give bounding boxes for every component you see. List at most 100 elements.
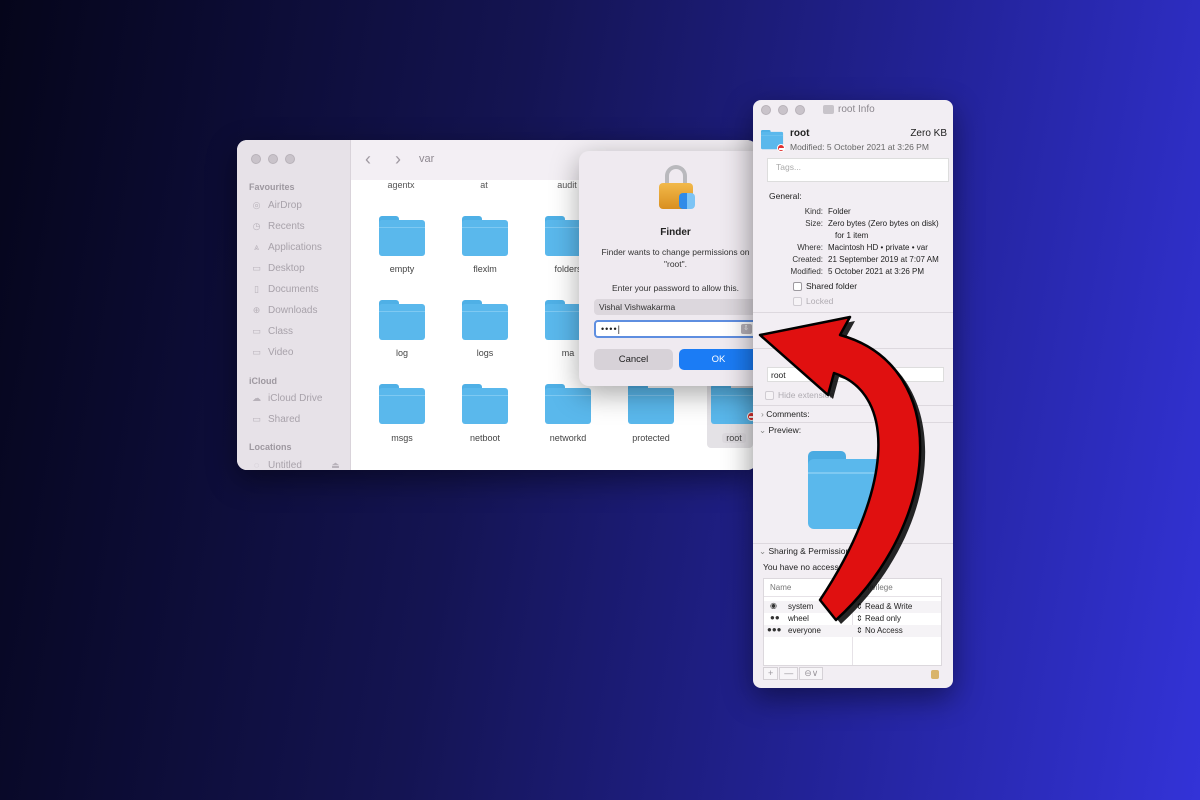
folder-icon: ▭ [252,325,261,336]
folder-icon[interactable] [462,384,508,424]
sidebar-item-applications[interactable]: ⩓ Applications [251,240,322,254]
sidebar-item-video[interactable]: ▭ Video [251,345,293,359]
sidebar-item-desktop[interactable]: ▭ Desktop [251,261,304,275]
zoom-button[interactable] [795,105,805,115]
back-button[interactable]: ‹ [365,149,371,169]
folder-icon[interactable] [545,384,591,424]
folder-label[interactable]: log [362,348,442,358]
minimize-button[interactable] [778,105,788,115]
folder-label[interactable]: networkd [528,433,608,443]
eject-icon[interactable]: ⏏ [330,460,341,471]
folder-label[interactable]: logs [445,348,525,358]
lock-icon [657,165,695,211]
folder-label[interactable]: empty [362,264,442,274]
general-section-header[interactable]: General: [769,191,802,201]
lock-icon[interactable] [931,670,939,679]
disk-icon: ◌ [253,460,260,470]
action-menu-button[interactable]: ⊖∨ [799,667,824,680]
item-name: root [790,128,810,139]
chevron-right-icon: › [761,409,764,419]
access-note: You have no access [763,562,839,572]
sidebar-item-documents[interactable]: ▯ Documents [251,282,319,296]
shared-folder-icon: ▭ [252,413,261,424]
sidebar-item-shared[interactable]: ▭ Shared [251,412,300,426]
file-label[interactable]: agentx [366,180,436,190]
sidebar-item-untitled[interactable]: ◌ Untitled ⏏ [251,458,341,471]
ok-button[interactable]: OK [679,349,758,370]
folder-label[interactable]: flexlm [445,264,525,274]
no-entry-icon [881,508,901,528]
locked-checkbox[interactable]: Locked [793,296,833,306]
download-icon: ⊕ [252,304,261,315]
zoom-button[interactable] [285,154,295,164]
folder-label[interactable]: msgs [362,433,442,443]
folder-icon[interactable] [379,300,425,340]
sidebar-item-airdrop[interactable]: ◎ AirDrop [251,198,302,212]
add-user-button[interactable]: + [763,667,779,680]
sharing-section-header[interactable]: ⌄ Sharing & Permissions: [759,546,857,557]
item-size: Zero KB [910,128,947,139]
close-button[interactable] [761,105,771,115]
cloud-icon: ☁ [252,392,261,403]
remove-user-button[interactable]: — [779,667,799,680]
table-row[interactable]: ●● wheel ⇕ Read only [764,613,941,625]
authentication-dialog: Finder Finder wants to change permission… [579,151,772,386]
folder-label[interactable]: netboot [445,433,525,443]
kind-key: Kind: [804,207,823,216]
shared-folder-checkbox[interactable]: Shared folder [793,281,857,291]
divider [753,312,953,313]
forward-button[interactable]: › [395,149,401,169]
permissions-table: Name Privilege ◉ system ⇕ Read & Write ●… [763,578,942,666]
folder-icon[interactable] [379,384,425,424]
sidebar-item-class[interactable]: ▭ Class [251,324,293,338]
name-extension-input[interactable]: root [767,367,944,382]
sidebar-item-downloads[interactable]: ⊕ Downloads [251,303,318,317]
privilege-select[interactable]: ⇕ Read only [856,614,901,623]
folder-icon[interactable] [628,384,674,424]
username-field[interactable]: Vishal Vishwakarma [594,299,757,315]
folder-label-root[interactable]: root [694,433,757,443]
divider [753,405,953,406]
column-privilege[interactable]: Privilege [862,583,893,592]
folder-label[interactable]: protected [611,433,691,443]
folder-icon[interactable] [379,216,425,256]
column-name[interactable]: Name [770,583,791,592]
sidebar-item-recents[interactable]: ◷ Recents [251,219,305,233]
sidebar-item-icloud-drive[interactable]: ☁ iCloud Drive [251,391,322,405]
preview-section-header[interactable]: ⌄ Preview: [759,425,801,436]
sidebar-section-locations: Locations [249,442,292,452]
document-icon: ▯ [254,283,259,294]
dialog-title: Finder [660,227,691,238]
modified-value: 5 October 2021 at 3:26 PM [828,267,925,276]
privilege-select[interactable]: ⇕ Read & Write [856,602,912,611]
folder-icon[interactable] [462,300,508,340]
folder-icon[interactable] [462,216,508,256]
created-key: Created: [792,255,823,264]
airdrop-icon: ◎ [252,199,261,210]
tags-input[interactable]: Tags... [767,158,949,182]
privilege-select[interactable]: ⇕ No Access [856,626,903,635]
hide-extension-checkbox[interactable]: Hide extension [765,390,834,400]
comments-section-header[interactable]: › Comments: [761,409,810,419]
where-key: Where: [797,243,823,252]
chevron-down-icon: ⌄ [759,546,767,556]
window-controls [251,154,295,164]
folder-icon: ▭ [252,346,261,357]
close-button[interactable] [251,154,261,164]
file-label[interactable]: at [449,180,519,190]
key-icon[interactable]: ⇩ [741,324,752,334]
group-icon: ●● [770,613,780,622]
table-row[interactable]: ●●● everyone ⇕ No Access [764,625,941,637]
password-field[interactable]: ••••| ⇩ [594,320,757,338]
sidebar-section-icloud: iCloud [249,376,277,386]
minimize-button[interactable] [268,154,278,164]
window-controls [761,105,805,115]
user-icon: ◉ [770,601,777,610]
table-row[interactable]: ◉ system ⇕ Read & Write [764,601,941,613]
cancel-button[interactable]: Cancel [594,349,673,370]
finder-icon [679,193,695,209]
table-header: Name Privilege [764,579,941,597]
finder-sidebar: Favourites ◎ AirDrop ◷ Recents ⩓ Applicatio… [237,140,351,470]
everyone-icon: ●●● [767,625,782,634]
created-value: 21 September 2019 at 7:07 AM [828,255,939,264]
